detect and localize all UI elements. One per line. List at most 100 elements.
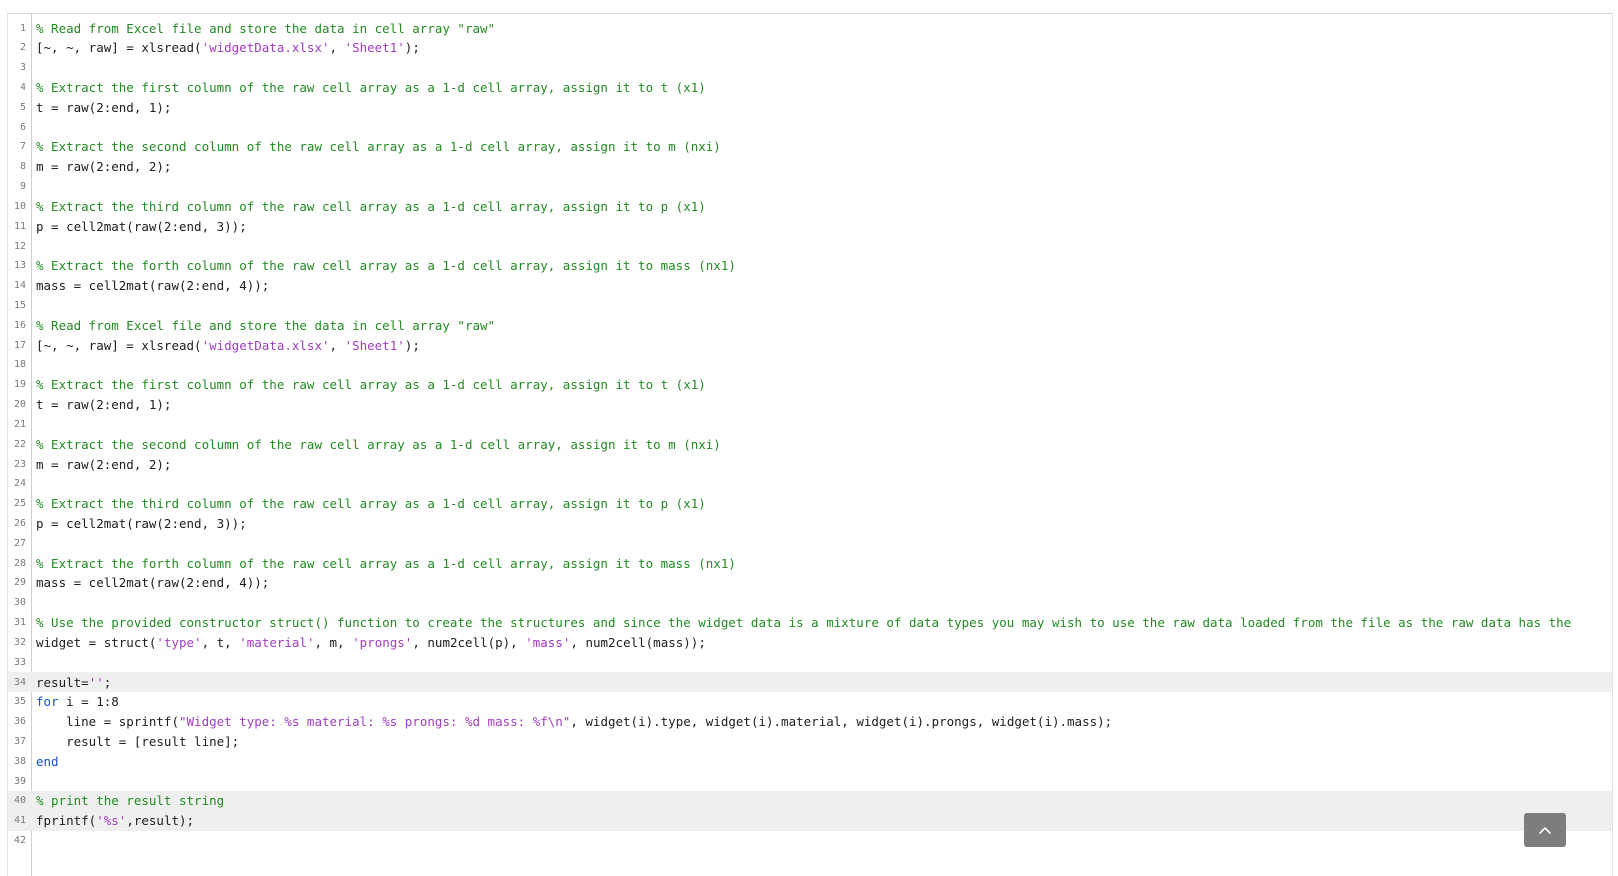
code-line[interactable]: 15 <box>8 295 1612 315</box>
code-text: mass = cell2mat(raw(2:end, 4)); <box>36 575 269 590</box>
token-def: t = raw(2:end, 1); <box>36 99 172 115</box>
code-text: % Extract the forth column of the raw ce… <box>36 258 736 273</box>
scroll-to-top-button[interactable] <box>1524 813 1566 847</box>
token-def: mass = cell2mat(raw(2:end, 4)); <box>36 278 270 294</box>
token-def: m = raw(2:end, 2); <box>36 159 172 175</box>
token-str: 'Sheet1' <box>344 337 405 353</box>
code-line[interactable]: 10 % Extract the third column of the raw … <box>8 196 1612 216</box>
code-line[interactable]: 20 t = raw(2:end, 1); <box>8 395 1612 415</box>
code-text: % Extract the second column of the raw c… <box>36 437 721 452</box>
token-def: mass = cell2mat(raw(2:end, 4)); <box>36 575 270 591</box>
line-number: 17 <box>13 339 26 351</box>
code-line[interactable]: 9 <box>8 177 1612 197</box>
code-line[interactable]: 13 % Extract the forth column of the raw … <box>8 256 1612 276</box>
line-number: 15 <box>13 299 26 311</box>
line-number: 10 <box>13 200 26 212</box>
line-number: 6 <box>19 121 26 133</box>
code-text: for i = 1:8 <box>36 694 119 709</box>
token-comment: % Extract the second column of the raw c… <box>36 139 721 155</box>
code-text: widget = struct('type', t, 'material', m… <box>36 635 706 650</box>
token-str: '' <box>88 674 104 690</box>
token-str: 'prongs' <box>352 634 413 650</box>
line-number: 32 <box>13 636 26 648</box>
code-text: % Extract the third column of the raw ce… <box>36 496 706 511</box>
code-line[interactable]: 33 <box>8 652 1612 672</box>
token-comment: % Extract the forth column of the raw ce… <box>36 258 736 274</box>
code-line[interactable]: 40 % print the result string <box>8 790 1612 811</box>
code-line[interactable]: 27 <box>8 533 1612 553</box>
code-text: m = raw(2:end, 2); <box>36 457 171 472</box>
code-line[interactable]: 21 <box>8 414 1612 434</box>
line-number: 35 <box>13 696 26 708</box>
code-line[interactable]: 14 mass = cell2mat(raw(2:end, 4)); <box>8 276 1612 296</box>
line-number: 3 <box>19 62 26 74</box>
code-line[interactable]: 4 % Extract the first column of the raw c… <box>8 77 1612 97</box>
code-line[interactable]: 6 <box>8 117 1612 137</box>
token-comment: % Extract the forth column of the raw ce… <box>36 555 736 571</box>
code-line[interactable]: 11 p = cell2mat(raw(2:end, 3)); <box>8 216 1612 236</box>
line-number: 25 <box>13 498 26 510</box>
code-line[interactable]: 17 [~, ~, raw] = xlsread('widgetData.xlsx… <box>8 335 1612 355</box>
line-number: 39 <box>13 775 26 787</box>
token-str: 'Sheet1' <box>344 40 405 56</box>
code-line[interactable]: 25 % Extract the third column of the raw … <box>8 494 1612 514</box>
line-number: 4 <box>19 81 26 93</box>
token-def: p = cell2mat(raw(2:end, 3)); <box>36 516 247 531</box>
code-line[interactable]: 19 % Extract the first column of the raw … <box>8 375 1612 395</box>
code-text: % Extract the forth column of the raw ce… <box>36 556 736 571</box>
token-comment: % Extract the third column of the raw ce… <box>36 198 706 214</box>
code-line[interactable]: 38 end <box>8 751 1612 771</box>
chevron-up-icon <box>1539 827 1551 834</box>
code-line[interactable]: 39 <box>8 771 1612 791</box>
line-number: 28 <box>13 557 26 569</box>
code-line[interactable]: 18 <box>8 355 1612 375</box>
code-line[interactable]: 12 <box>8 236 1612 256</box>
code-line[interactable]: 32 widget = struct('type', t, 'material',… <box>8 632 1612 652</box>
code-line[interactable]: 8 m = raw(2:end, 2); <box>8 157 1612 177</box>
code-line[interactable]: 37 result = [result line]; <box>8 732 1612 752</box>
code-line[interactable]: 22 % Extract the second column of the raw… <box>8 434 1612 454</box>
code-text: t = raw(2:end, 1); <box>36 397 171 412</box>
code-line[interactable]: 28 % Extract the forth column of the raw … <box>8 553 1612 573</box>
code-line[interactable]: 42 <box>8 831 1612 851</box>
line-number: 14 <box>13 280 26 292</box>
code-line[interactable]: 31 % Use the provided constructor struct(… <box>8 613 1612 633</box>
line-number: 9 <box>19 181 26 193</box>
code-line[interactable]: 7 % Extract the second column of the raw … <box>8 137 1612 157</box>
token-def: widget = struct( <box>36 634 157 650</box>
code-line[interactable]: 41 fprintf('%s',result); <box>8 810 1612 831</box>
line-number: 22 <box>13 438 26 450</box>
token-def: , m, <box>314 634 353 650</box>
code-text: % Use the provided constructor struct() … <box>36 615 1571 630</box>
code-line[interactable]: 5 t = raw(2:end, 1); <box>8 97 1612 117</box>
code-line[interactable]: 16 % Read from Excel file and store the d… <box>8 315 1612 335</box>
token-def: , num2cell(mass)); <box>570 634 706 650</box>
code-text: fprintf('%s',result); <box>36 813 194 828</box>
code-line[interactable]: 36 line = sprintf("Widget type: %s mater… <box>8 712 1612 732</box>
code-line[interactable]: 26 p = cell2mat(raw(2:end, 3)); <box>8 514 1612 534</box>
code-text: line = sprintf("Widget type: %s material… <box>36 714 1112 729</box>
token-str: "Widget type: %s material: %s prongs: %d… <box>179 714 571 730</box>
token-def: result= <box>36 674 89 690</box>
token-def: i = 1:8 <box>58 694 119 710</box>
code-editor[interactable]: 1 % Read from Excel file and store the da… <box>7 13 1613 876</box>
code-line[interactable]: 1 % Read from Excel file and store the da… <box>8 18 1612 38</box>
code-line[interactable]: 29 mass = cell2mat(raw(2:end, 4)); <box>8 573 1612 593</box>
code-line[interactable]: 30 <box>8 593 1612 613</box>
code-line[interactable]: 23 m = raw(2:end, 2); <box>8 454 1612 474</box>
token-comment: % Use the provided constructor struct() … <box>36 615 1572 631</box>
token-str: 'widgetData.xlsx' <box>201 40 330 56</box>
token-comment: % Extract the first column of the raw ce… <box>36 377 706 393</box>
line-number: 34 <box>13 676 26 688</box>
line-number: 7 <box>19 141 26 153</box>
code-line[interactable]: 35 for i = 1:8 <box>8 692 1612 712</box>
code-line[interactable]: 2 [~, ~, raw] = xlsread('widgetData.xlsx'… <box>8 38 1612 58</box>
line-number: 1 <box>19 22 26 34</box>
code-line[interactable]: 3 <box>8 58 1612 78</box>
code-line[interactable]: 34 result=''; <box>8 672 1612 693</box>
code-text: % Extract the first column of the raw ce… <box>36 377 706 392</box>
code-line[interactable]: 24 <box>8 474 1612 494</box>
line-number: 31 <box>13 617 26 629</box>
code-text: t = raw(2:end, 1); <box>36 100 171 115</box>
token-def: , widget(i).type, widget(i).material, wi… <box>570 714 1113 730</box>
